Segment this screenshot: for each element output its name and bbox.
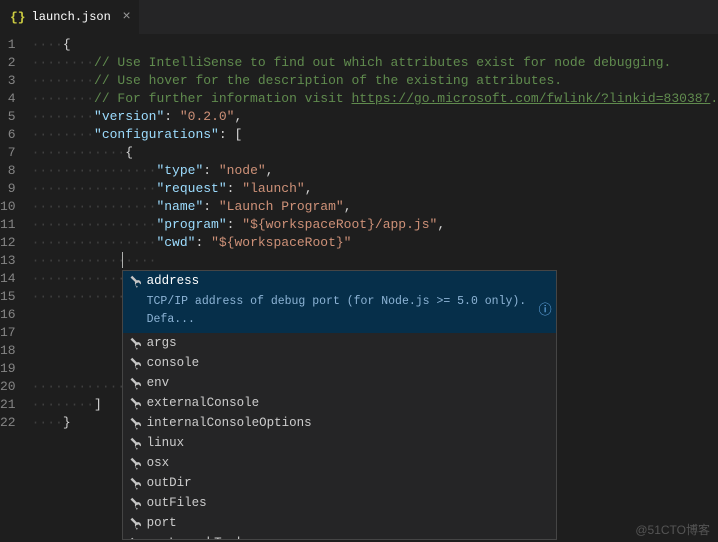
suggest-item[interactable]: linux [123, 433, 556, 453]
suggest-label: address [147, 272, 200, 290]
code-area[interactable]: ····{ ········// Use IntelliSense to fin… [32, 34, 718, 542]
wrench-icon [127, 436, 141, 450]
suggest-label: linux [147, 434, 185, 452]
suggest-item[interactable]: env [123, 373, 556, 393]
json-icon: {} [10, 10, 26, 25]
doc-link[interactable]: https://go.microsoft.com/fwlink/?linkid=… [351, 91, 710, 106]
editor[interactable]: 12345678910111213141516171819202122 ····… [0, 34, 718, 542]
wrench-icon [127, 416, 141, 430]
suggest-item[interactable]: outFiles [123, 493, 556, 513]
suggest-label: preLaunchTask [147, 534, 245, 540]
suggest-item[interactable]: preLaunchTask [123, 533, 556, 540]
intellisense-popup[interactable]: address TCP/IP address of debug port (fo… [122, 270, 557, 540]
suggest-label: outDir [147, 474, 192, 492]
wrench-icon [127, 476, 141, 490]
wrench-icon [127, 496, 141, 510]
wrench-icon [127, 516, 141, 530]
info-icon[interactable]: ⓘ [539, 302, 552, 320]
line-gutter: 12345678910111213141516171819202122 [0, 34, 32, 542]
suggest-item[interactable]: console [123, 353, 556, 373]
suggest-label: internalConsoleOptions [147, 414, 312, 432]
wrench-icon [127, 336, 141, 350]
suggest-item[interactable]: outDir [123, 473, 556, 493]
suggest-label: console [147, 354, 200, 372]
suggest-label: externalConsole [147, 394, 260, 412]
wrench-icon [127, 456, 141, 470]
text-cursor [122, 252, 123, 268]
suggest-item-selected[interactable]: address [123, 271, 556, 291]
suggest-label: env [147, 374, 170, 392]
watermark: @51CTO博客 [635, 521, 710, 538]
wrench-icon [127, 396, 141, 410]
suggest-item[interactable]: internalConsoleOptions [123, 413, 556, 433]
suggest-item[interactable]: osx [123, 453, 556, 473]
tab-label: launch.json [32, 10, 111, 24]
suggest-detail: TCP/IP address of debug port (for Node.j… [123, 291, 556, 333]
tab-bar: {} launch.json × [0, 0, 718, 34]
suggest-label: osx [147, 454, 170, 472]
suggest-item[interactable]: externalConsole [123, 393, 556, 413]
close-icon[interactable]: × [122, 9, 130, 25]
wrench-icon [127, 274, 141, 288]
wrench-icon [127, 376, 141, 390]
suggest-item[interactable]: args [123, 333, 556, 353]
tab-launch-json[interactable]: {} launch.json × [0, 0, 139, 34]
suggest-label: port [147, 514, 177, 532]
suggest-item[interactable]: port [123, 513, 556, 533]
suggest-label: args [147, 334, 177, 352]
suggest-label: outFiles [147, 494, 207, 512]
wrench-icon [127, 536, 141, 540]
wrench-icon [127, 356, 141, 370]
